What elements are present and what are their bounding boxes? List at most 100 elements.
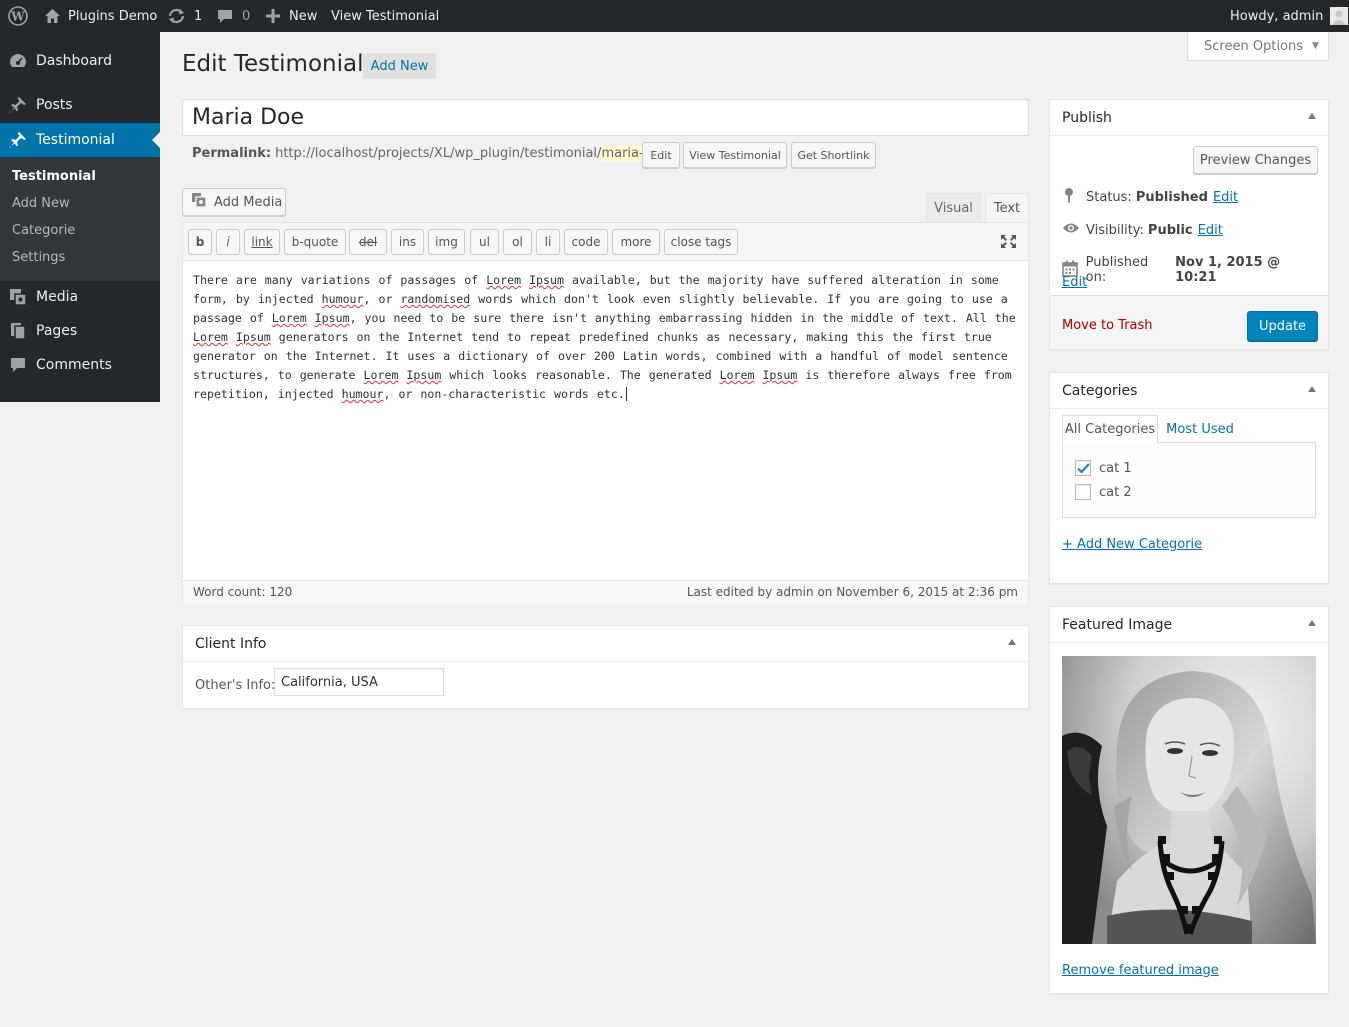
word-count: Word count: 120 xyxy=(193,585,293,599)
visibility-label: Visibility: xyxy=(1086,222,1144,238)
menu-item-testimonial[interactable]: Testimonial xyxy=(0,123,160,157)
add-new-button[interactable]: Add New xyxy=(363,53,436,79)
content-textarea[interactable]: There are many variations of passages of… xyxy=(193,271,1019,404)
edit-date-row: Edit xyxy=(1062,275,1087,290)
separator xyxy=(1050,408,1328,409)
visibility-value: Public xyxy=(1147,222,1193,238)
new-content-link[interactable]: New xyxy=(266,0,317,32)
qt-ins-button[interactable]: ins xyxy=(391,229,424,255)
qt-bquote-button[interactable]: b-quote xyxy=(284,229,346,255)
menu-item-media[interactable]: Media xyxy=(0,280,160,314)
misspelled-word: Lorem xyxy=(486,273,522,287)
preview-changes-button[interactable]: Preview Changes xyxy=(1193,146,1318,174)
toggle-arrow-icon[interactable] xyxy=(1308,113,1316,119)
qt-bold-button[interactable]: b xyxy=(188,229,212,255)
remove-featured-image-link[interactable]: Remove featured image xyxy=(1062,963,1219,978)
admin-bar: W Plugins Demo 1 0 New View Testimonial … xyxy=(0,0,1349,32)
toggle-arrow-icon[interactable] xyxy=(1308,620,1316,626)
my-account-link[interactable]: Howdy, admin xyxy=(1230,0,1349,32)
howdy-text: Howdy, admin xyxy=(1230,8,1324,24)
category-item[interactable]: cat 1 xyxy=(1075,460,1132,476)
view-testimonial-link[interactable]: View Testimonial xyxy=(331,0,439,32)
add-media-button[interactable]: Add Media xyxy=(182,188,286,216)
visibility-row: Visibility: Public Edit xyxy=(1062,221,1223,239)
toggle-arrow-icon[interactable] xyxy=(1308,386,1316,392)
menu-item-pages[interactable]: Pages xyxy=(0,314,160,348)
category-item[interactable]: cat 2 xyxy=(1075,484,1132,500)
wordpress-logo-icon[interactable]: W xyxy=(8,0,28,32)
category-label: cat 1 xyxy=(1099,460,1132,476)
qt-li-button[interactable]: li xyxy=(536,229,560,255)
comments-count: 0 xyxy=(242,8,251,24)
edit-date-link[interactable]: Edit xyxy=(1062,275,1087,290)
misspelled-word: Lorem xyxy=(193,330,228,344)
tab-visual[interactable]: Visual xyxy=(926,193,981,223)
post-title-input[interactable]: Maria Doe xyxy=(182,99,1029,136)
featured-image-title: Featured Image xyxy=(1062,617,1173,633)
qt-more-button[interactable]: more xyxy=(612,229,660,255)
submenu-testimonial[interactable]: Testimonial xyxy=(12,169,96,184)
updates-icon xyxy=(167,8,186,24)
comments-link[interactable]: 0 xyxy=(217,0,250,32)
published-label: Published on: xyxy=(1085,255,1149,285)
move-to-trash-link[interactable]: Move to Trash xyxy=(1062,318,1153,333)
featured-image-thumbnail[interactable] xyxy=(1062,656,1316,944)
menu-label-posts: Posts xyxy=(36,97,73,113)
content-text xyxy=(228,330,236,344)
submenu-settings[interactable]: Settings xyxy=(12,250,65,265)
menu-label-testimonial: Testimonial xyxy=(36,132,115,148)
menu-item-posts[interactable]: Posts xyxy=(0,88,160,122)
eye-icon xyxy=(1062,221,1080,239)
submenu-categorie[interactable]: Categorie xyxy=(12,223,75,238)
checkbox-checked[interactable] xyxy=(1075,460,1091,476)
edit-status-link[interactable]: Edit xyxy=(1213,190,1238,205)
misspelled-word: Ipsum xyxy=(314,311,350,325)
checkbox-unchecked[interactable] xyxy=(1075,484,1091,500)
menu-item-comments[interactable]: Comments xyxy=(0,348,160,382)
tab-all-categories[interactable]: All Categories xyxy=(1062,415,1158,443)
misspelled-word: Lorem xyxy=(719,368,755,382)
avatar-icon xyxy=(1330,7,1349,25)
site-name-link[interactable]: Plugins Demo xyxy=(44,0,157,32)
get-shortlink-button[interactable]: Get Shortlink xyxy=(791,142,876,168)
publish-title: Publish xyxy=(1062,110,1112,126)
screen-options-button[interactable]: Screen Options ▼ xyxy=(1187,32,1329,61)
other-info-input[interactable]: California, USA xyxy=(274,668,444,696)
published-value: Nov 1, 2015 @ 10:21 xyxy=(1175,255,1281,285)
dashboard-icon xyxy=(9,52,27,70)
qt-ul-button[interactable]: ul xyxy=(470,229,499,255)
qt-del-button[interactable]: del xyxy=(349,229,387,255)
misspelled-word: humour xyxy=(341,387,384,401)
updates-count: 1 xyxy=(194,8,203,24)
misspelled-word: Ipsum xyxy=(406,368,442,382)
updates-link[interactable]: 1 xyxy=(167,0,202,32)
misspelled-word: Ipsum xyxy=(235,330,271,344)
qt-ol-button[interactable]: ol xyxy=(503,229,532,255)
separator xyxy=(1050,135,1328,136)
add-new-category-link[interactable]: + Add New Categorie xyxy=(1062,537,1202,552)
submenu-add-new[interactable]: Add New xyxy=(12,196,70,211)
view-testimonial-button[interactable]: View Testimonial xyxy=(683,142,787,168)
qt-code-button[interactable]: code xyxy=(564,229,608,255)
qt-link-button[interactable]: link xyxy=(244,229,280,255)
fullscreen-icon[interactable] xyxy=(1000,234,1017,253)
content-text: There are many variations of passages of xyxy=(193,273,487,287)
menu-item-dashboard[interactable]: Dashboard xyxy=(0,44,160,78)
tab-most-used[interactable]: Most Used xyxy=(1162,415,1238,443)
misspelled-word: randomised xyxy=(400,292,471,306)
toggle-arrow-icon[interactable] xyxy=(1008,639,1016,645)
qt-italic-button[interactable]: i xyxy=(216,229,240,255)
misspelled-word: Ipsum xyxy=(529,273,564,287)
edit-visibility-link[interactable]: Edit xyxy=(1198,223,1223,238)
client-info-title: Client Info xyxy=(195,636,267,652)
menu-label-comments: Comments xyxy=(36,357,112,373)
qt-close-tags-button[interactable]: close tags xyxy=(664,229,738,255)
edit-slug-button[interactable]: Edit xyxy=(642,142,680,168)
tab-text[interactable]: Text xyxy=(985,193,1029,223)
update-button[interactable]: Update xyxy=(1247,311,1318,341)
content-text xyxy=(307,311,315,325)
checkmark-icon xyxy=(1076,462,1090,474)
misspelled-word: Lorem xyxy=(271,311,307,325)
triangle-down-icon: ▼ xyxy=(1312,41,1319,51)
qt-img-button[interactable]: img xyxy=(428,229,465,255)
